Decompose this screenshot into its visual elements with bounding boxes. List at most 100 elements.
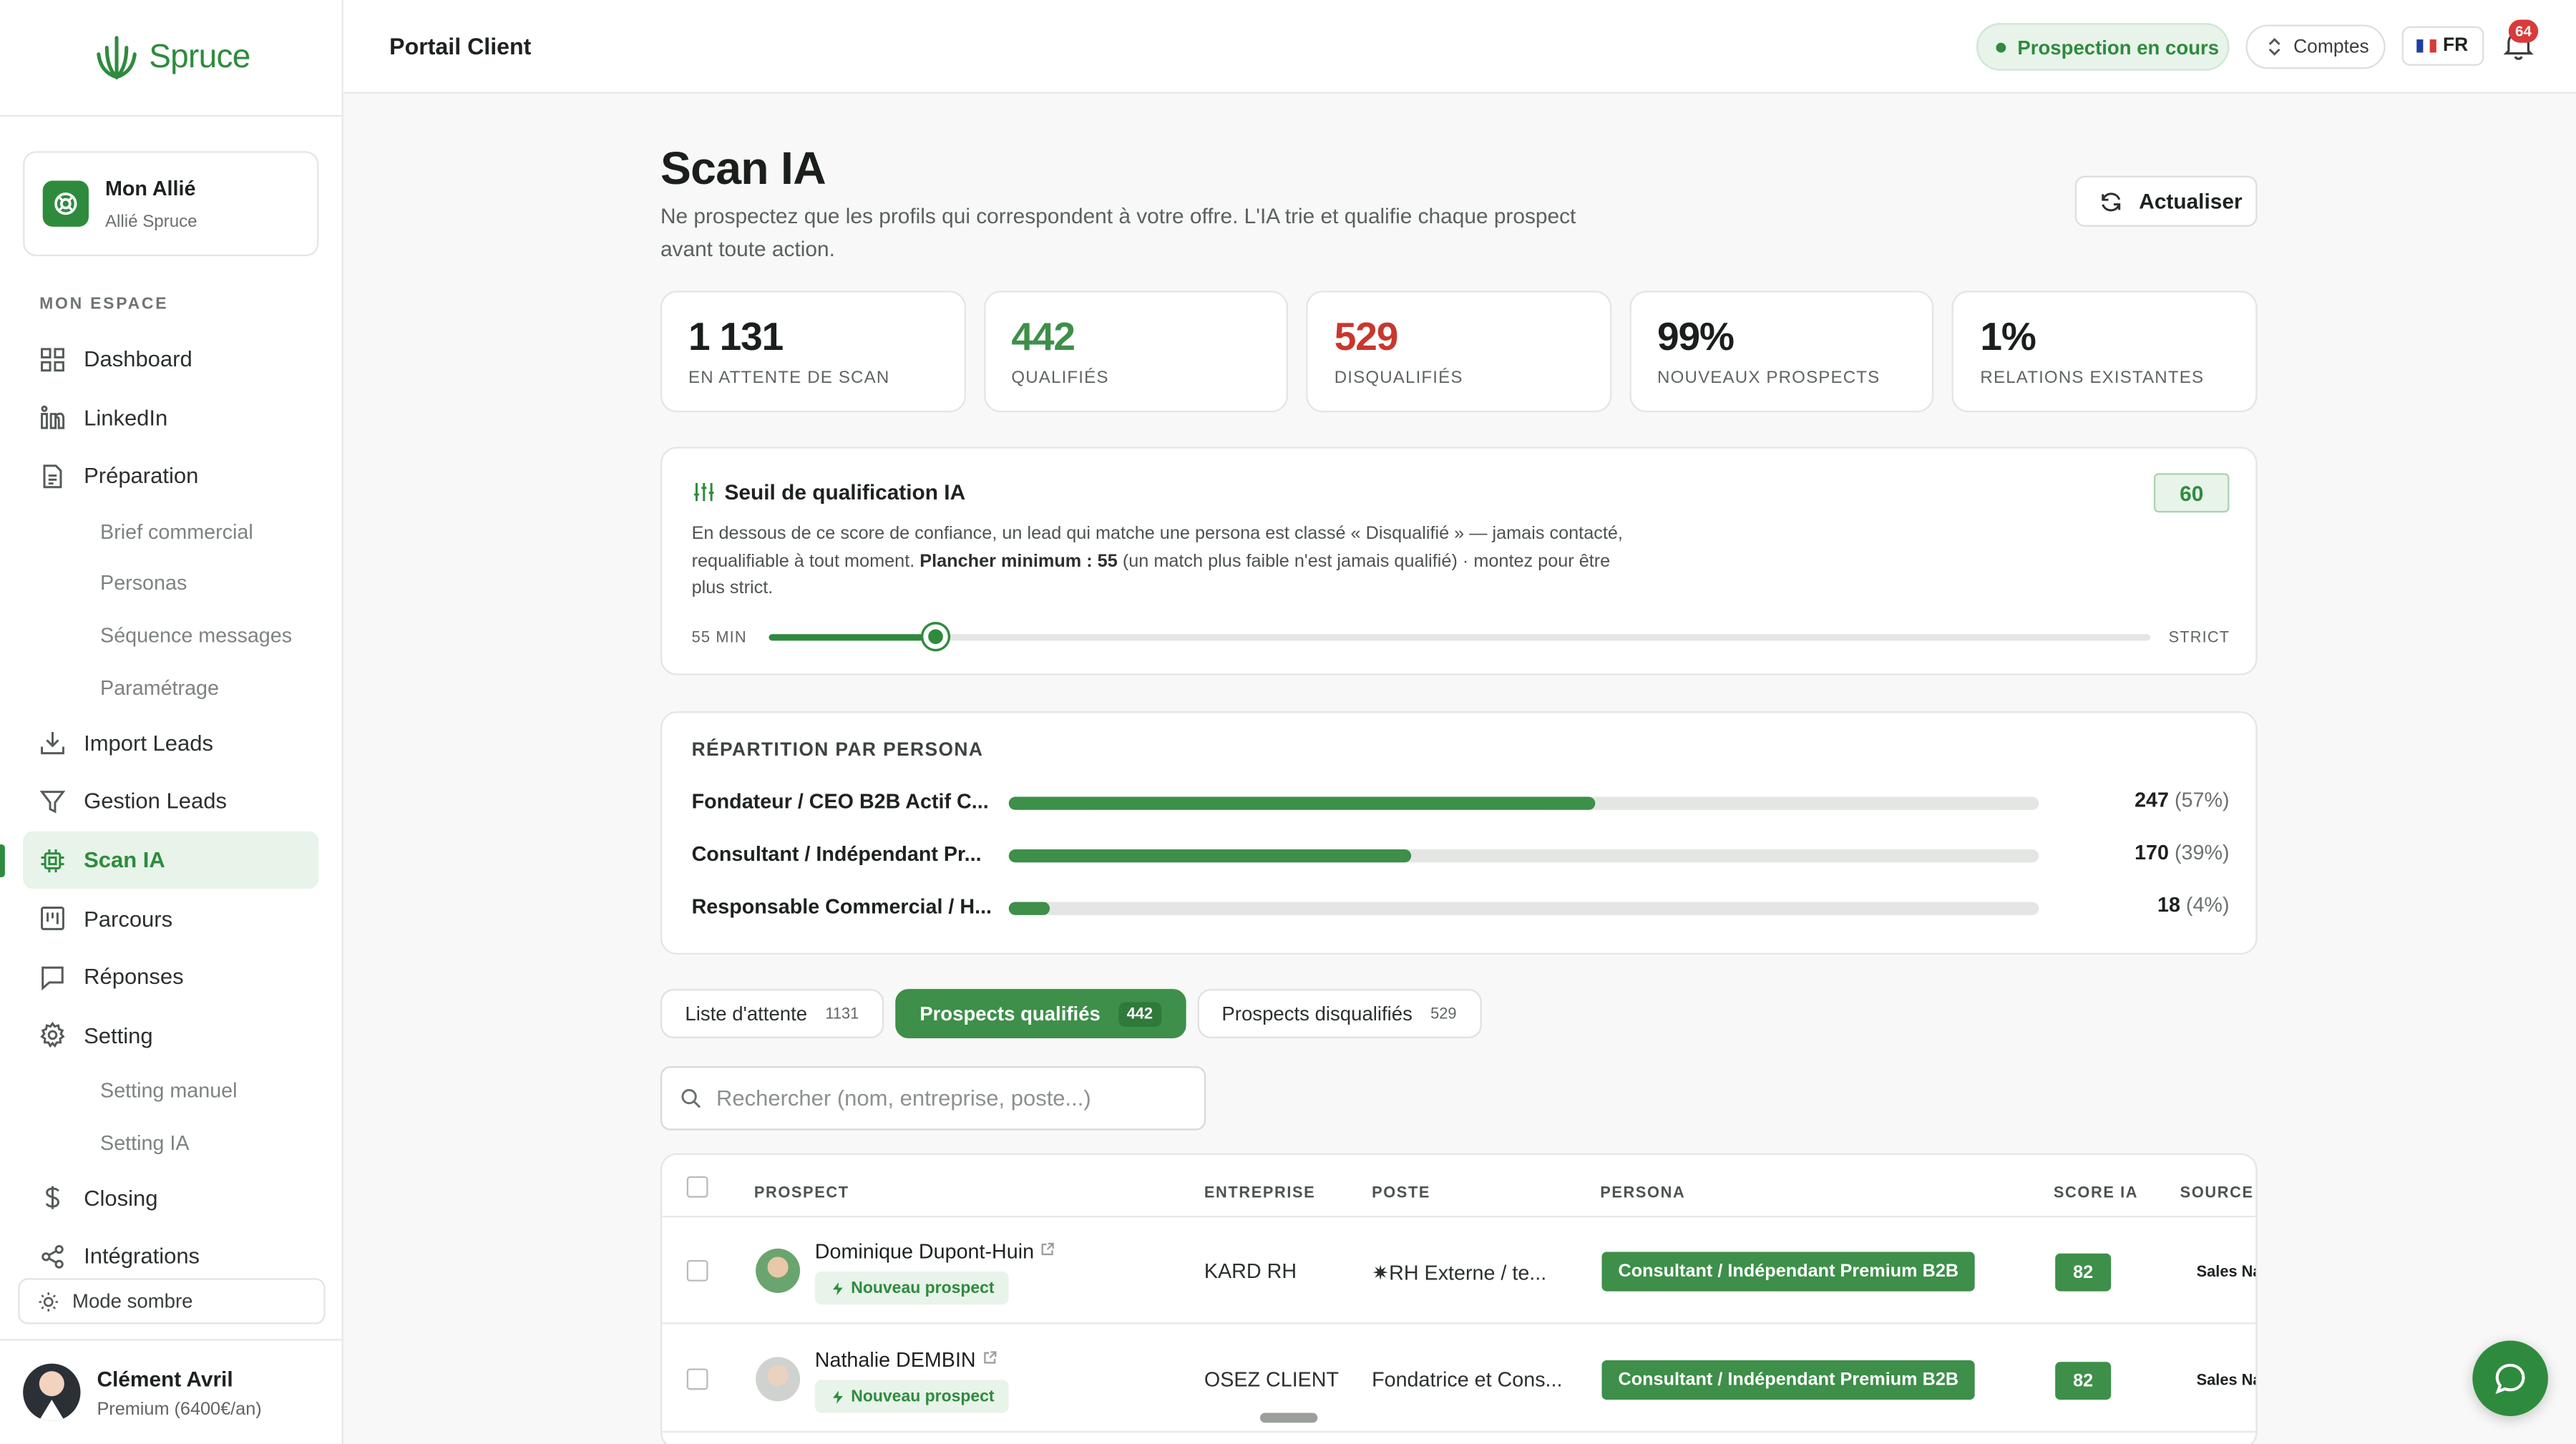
stat-card-existing-relations: 1% RELATIONS EXISTANTES [1952, 291, 2258, 413]
topbar: Portail Client Prospection en cours Comp… [343, 0, 2576, 94]
user-profile[interactable]: Clément Avril Premium (6400€/an) [0, 1339, 343, 1444]
persona-bar [1008, 796, 2039, 810]
select-all-checkbox[interactable] [686, 1176, 708, 1198]
new-prospect-badge: Nouveau prospect [814, 1272, 1010, 1304]
chat-bubble-icon [2495, 1363, 2525, 1395]
sidebar-item-closing[interactable]: Closing [23, 1169, 318, 1227]
sidebar-item-setting-manuel[interactable]: Setting manuel [23, 1065, 318, 1117]
persona-pct: (39%) [2174, 841, 2230, 864]
lightning-icon [833, 1390, 843, 1403]
threshold-slider[interactable] [769, 624, 2151, 649]
prospection-status-pill[interactable]: Prospection en cours [1976, 23, 2230, 71]
external-link-icon[interactable] [1040, 1242, 1055, 1257]
persona-badge: Consultant / Indépendant Premium B2B [1601, 1360, 1976, 1400]
lifebuoy-icon [42, 180, 89, 227]
chip-icon [41, 848, 64, 872]
persona-name: Fondateur / CEO B2B Actif C... [691, 790, 989, 814]
column-header-role[interactable]: POSTE [1372, 1184, 1430, 1202]
column-header-prospect[interactable]: PROSPECT [754, 1184, 849, 1202]
threshold-floor: Plancher minimum : 55 [919, 551, 1118, 572]
persona-bar [1008, 902, 2039, 915]
column-header-company[interactable]: ENTREPRISE [1204, 1184, 1315, 1202]
persona-count: 247 (57%) [2135, 789, 2229, 811]
brand-logo[interactable]: Spruce [0, 0, 343, 117]
row-checkbox[interactable] [686, 1259, 708, 1282]
new-prospect-badge: Nouveau prospect [814, 1380, 1010, 1413]
sidebar-item-setting-ia[interactable]: Setting IA [23, 1117, 318, 1169]
sidebar-item-scan-ia[interactable]: Scan IA [23, 831, 319, 889]
sidebar-item-reponses[interactable]: Réponses [23, 948, 318, 1007]
sidebar-item-linkedin[interactable]: LinkedIn [23, 389, 318, 447]
tab-waiting-list[interactable]: Liste d'attente 1131 [660, 989, 884, 1039]
external-link-icon[interactable] [982, 1350, 997, 1365]
ally-title: Mon Allié [104, 176, 196, 200]
sidebar-item-gestion-leads[interactable]: Gestion Leads [23, 772, 318, 831]
threshold-value-input[interactable]: 60 [2153, 473, 2230, 513]
search-input[interactable] [716, 1086, 1193, 1111]
persona-distribution-card: Ψ RÉPARTITION PAR PERSONA Fondateur / CE… [660, 711, 2258, 955]
accounts-selector[interactable]: Comptes [2245, 24, 2386, 69]
score-badge: 82 [2055, 1362, 2112, 1400]
sidebar-item-parametrage[interactable]: Paramétrage [23, 662, 318, 714]
tab-count: 529 [1430, 1004, 1457, 1023]
tab-count: 442 [1118, 1001, 1161, 1026]
stat-value: 529 [1334, 315, 1399, 360]
column-header-source[interactable]: SOURCE I [2180, 1184, 2256, 1202]
search-box [660, 1066, 1206, 1131]
sidebar-item-setting[interactable]: Setting [23, 1006, 318, 1065]
stat-label: RELATIONS EXISTANTES [1980, 368, 2205, 388]
sidebar-item-parcours[interactable]: Parcours [23, 889, 318, 948]
sidebar-item-label: Parcours [84, 906, 173, 931]
page-title: Scan IA [660, 142, 826, 194]
sidebar-item-dashboard[interactable]: Dashboard [23, 330, 318, 389]
stat-card-disqualified: 529 DISQUALIFIÉS [1306, 291, 1611, 413]
prospect-name[interactable]: Nathalie DEMBIN [815, 1349, 997, 1372]
horizontal-scrollbar[interactable] [1259, 1413, 1318, 1423]
refresh-button[interactable]: Actualiser [2074, 175, 2258, 227]
row-checkbox[interactable] [686, 1368, 708, 1390]
chat-support-button[interactable] [2472, 1340, 2548, 1417]
slider-handle[interactable] [923, 624, 948, 649]
language-selector[interactable]: FR [2401, 26, 2484, 66]
persona-bar-fill [1008, 902, 1050, 915]
chevron-up-down-icon [2268, 37, 2280, 56]
sidebar-item-label: Scan IA [84, 847, 165, 873]
tab-disqualified-prospects[interactable]: Prospects disqualifiés 529 [1196, 989, 1482, 1039]
sidebar-item-label: Dashboard [84, 347, 192, 372]
table-row[interactable]: Nathalie DEMBIN Nouveau prospect OSEZ CL… [662, 1326, 2256, 1433]
gear-icon [40, 1022, 65, 1048]
sidebar-item-brief-commercial[interactable]: Brief commercial [23, 506, 318, 558]
tab-qualified-prospects[interactable]: Prospects qualifiés 442 [894, 989, 1186, 1039]
search-icon [681, 1088, 701, 1108]
refresh-label: Actualiser [2139, 189, 2243, 214]
download-icon [41, 732, 64, 755]
sidebar-item-personas[interactable]: Personas [23, 557, 318, 610]
sidebar-item-import-leads[interactable]: Import Leads [23, 714, 318, 773]
sidebar-item-label: Préparation [84, 464, 199, 489]
tab-label: Prospects qualifiés [919, 1002, 1101, 1025]
slider-min-label: 55 MIN [691, 629, 747, 648]
persona-distribution-title: RÉPARTITION PAR PERSONA [691, 741, 984, 761]
sidebar-item-preparation[interactable]: Préparation [23, 447, 318, 506]
stat-value: 442 [1011, 315, 1075, 360]
ally-card[interactable]: Mon Allié Allié Spruce [23, 151, 319, 257]
sidebar: Spruce Mon Allié Allié Spruce MON ESPACE… [0, 0, 343, 1444]
stat-label: EN ATTENTE DE SCAN [688, 368, 890, 388]
sidebar-item-sequence-messages[interactable]: Séquence messages [23, 610, 318, 662]
column-header-persona[interactable]: PERSONA [1600, 1184, 1685, 1202]
threshold-card: Seuil de qualification IA 60 En dessous … [660, 447, 2258, 675]
column-header-score[interactable]: SCORE IA [2054, 1184, 2138, 1202]
status-dot-icon [1996, 42, 2006, 52]
sidebar-item-label: Réponses [84, 965, 184, 990]
sidebar-item-integrations[interactable]: Intégrations [23, 1227, 318, 1286]
threshold-description: En dessous de ce score de confiance, un … [692, 521, 1645, 603]
refresh-icon [2102, 192, 2121, 211]
avatar [23, 1363, 81, 1421]
grid-icon [41, 347, 64, 371]
prospect-name[interactable]: Dominique Dupont-Huin [815, 1240, 1055, 1264]
table-row[interactable]: Dominique Dupont-Huin Nouveau prospect K… [662, 1217, 2256, 1325]
dark-mode-toggle[interactable]: Mode sombre [18, 1278, 326, 1325]
persona-count-value: 170 [2135, 841, 2169, 864]
active-indicator [0, 844, 5, 878]
tab-label: Liste d'attente [685, 1002, 808, 1025]
